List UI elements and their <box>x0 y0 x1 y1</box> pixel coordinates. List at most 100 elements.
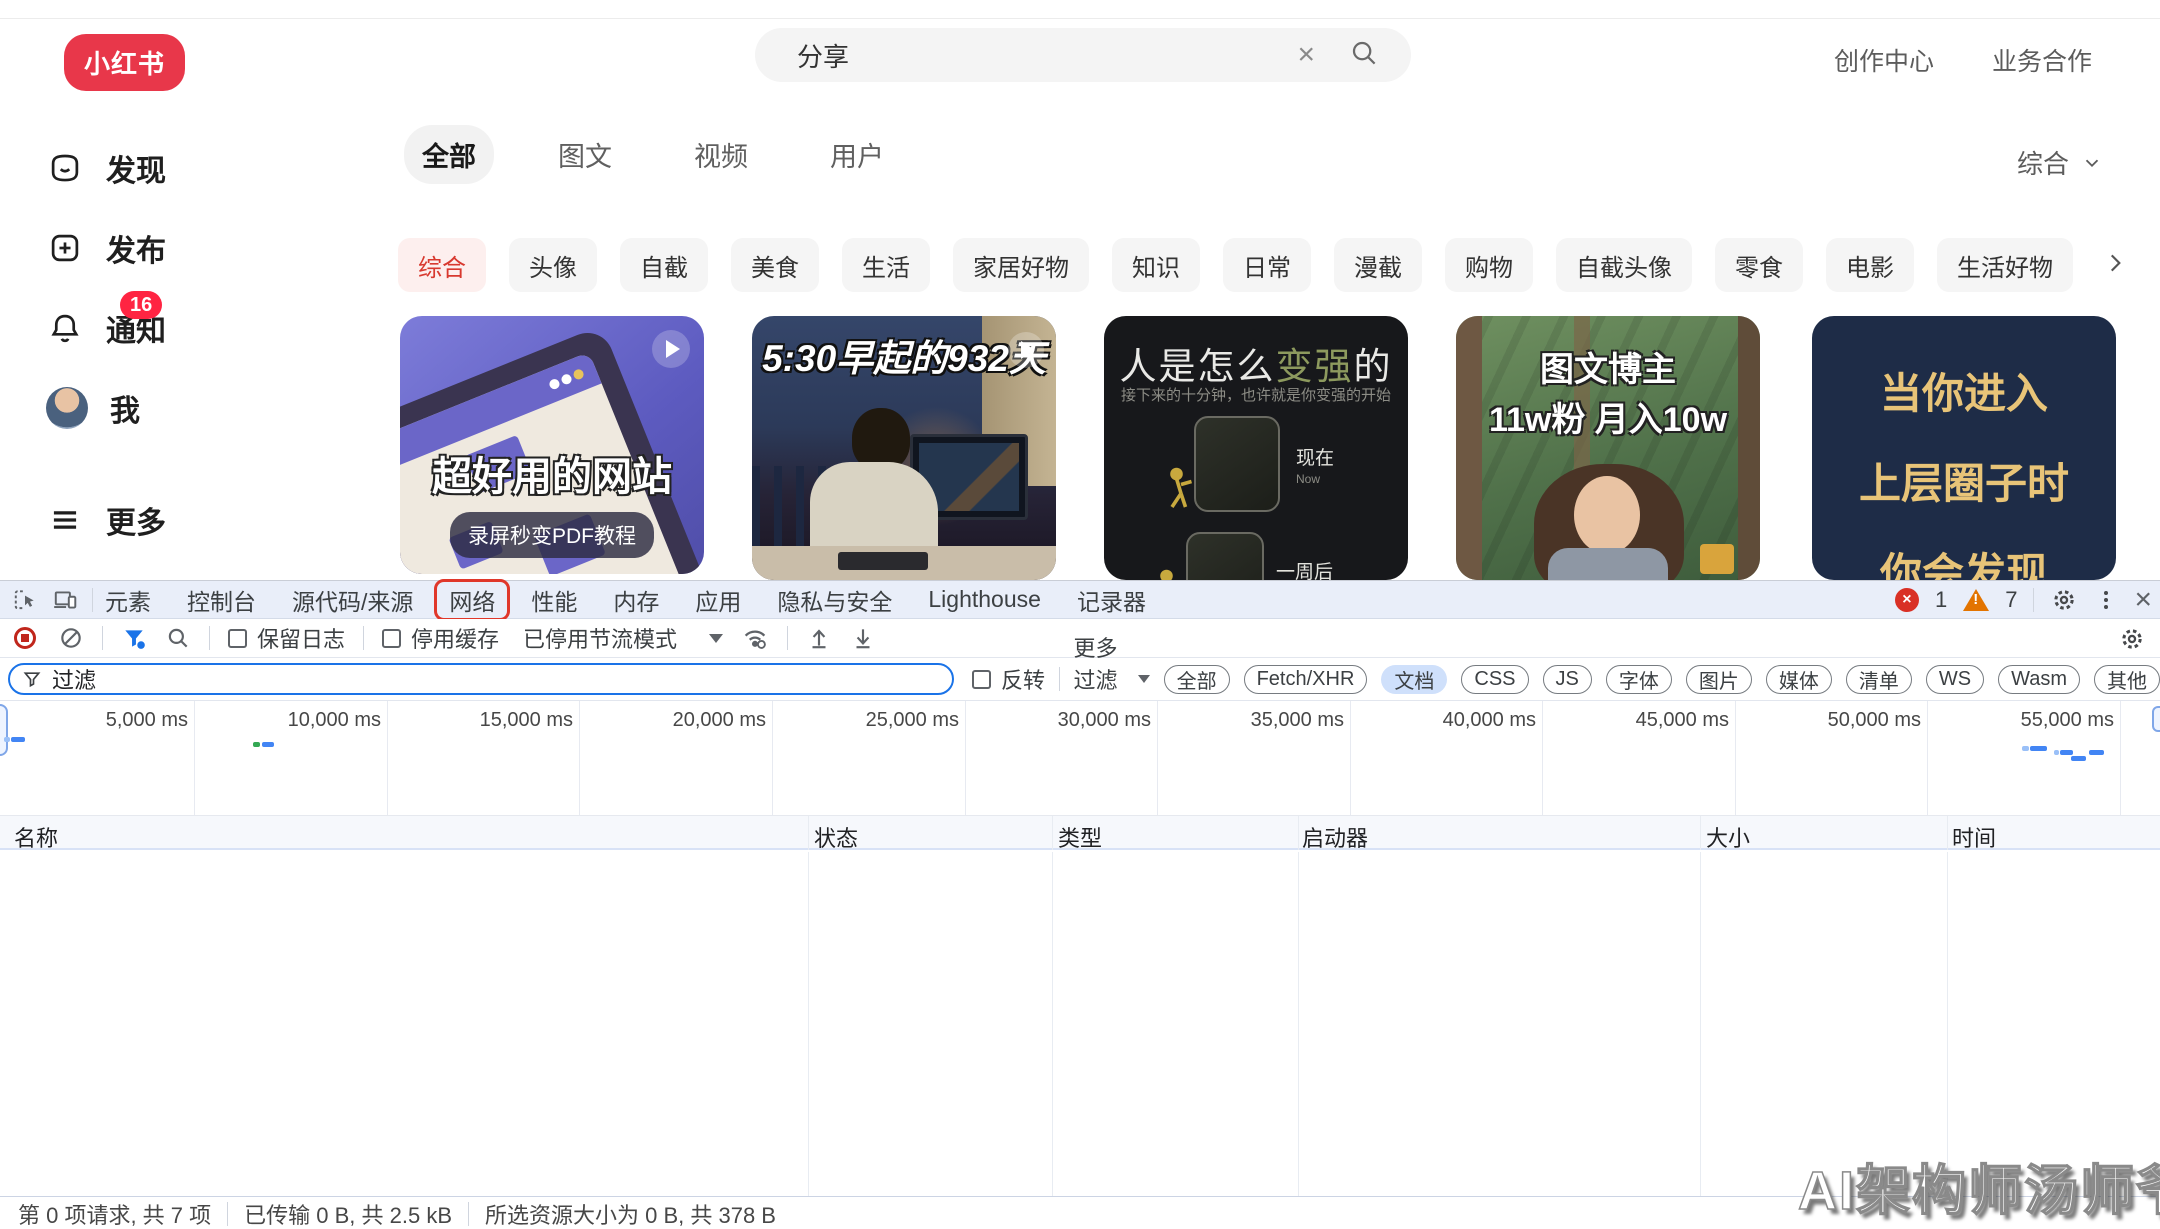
timeline-activity-bar <box>2071 756 2086 761</box>
sidebar-item-publish[interactable]: 发布 <box>46 226 166 270</box>
tab-user[interactable]: 用户 <box>812 125 902 184</box>
chip-zijie[interactable]: 自截 <box>620 238 708 292</box>
close-devtools-icon[interactable]: × <box>2134 585 2152 615</box>
inspect-element-icon[interactable] <box>12 587 38 613</box>
filter-chip-all[interactable]: 全部 <box>1164 665 1230 694</box>
import-har-icon[interactable] <box>806 625 832 651</box>
play-icon <box>652 330 690 368</box>
col-initiator[interactable]: 启动器 <box>1302 821 1368 853</box>
note-card-upper-circle[interactable]: 当你进入 上层圈子时 你会发现 <box>1812 316 2116 580</box>
device-toolbar-icon[interactable] <box>52 587 78 613</box>
sidebar-item-discover[interactable]: 发现 <box>46 146 166 190</box>
invert-checkbox[interactable] <box>972 670 991 689</box>
filter-chip-ws[interactable]: WS <box>1926 665 1984 694</box>
business-link[interactable]: 业务合作 <box>1992 42 2092 78</box>
chip-gouwu[interactable]: 购物 <box>1445 238 1533 292</box>
card-line3: 你会发现 <box>1812 540 2116 580</box>
warning-count[interactable]: 7 <box>2005 587 2017 613</box>
filter-chip-doc[interactable]: 文档 <box>1381 665 1447 694</box>
col-time[interactable]: 时间 <box>1952 821 1996 853</box>
col-name[interactable]: 名称 <box>14 821 58 853</box>
filter-chip-media[interactable]: 媒体 <box>1766 665 1832 694</box>
note-card-blogger[interactable]: 图文博主 11w粉 月入10w <box>1456 316 1760 580</box>
chip-touxiang[interactable]: 头像 <box>509 238 597 292</box>
chevron-right-icon[interactable] <box>2102 250 2128 281</box>
chip-shenghuohaowu[interactable]: 生活好物 <box>1937 238 2073 292</box>
devtools-tab-sources[interactable]: 源代码/来源 <box>292 583 413 617</box>
chip-manjie[interactable]: 漫截 <box>1334 238 1422 292</box>
network-overview-timeline[interactable]: 5,000 ms 10,000 ms 15,000 ms 20,000 ms 2… <box>0 701 2160 816</box>
chip-shenghuo[interactable]: 生活 <box>842 238 930 292</box>
caret-down-icon <box>1138 675 1150 683</box>
filter-chip-other[interactable]: 其他 <box>2094 665 2160 694</box>
sidebar-item-me[interactable]: 我 <box>46 386 140 430</box>
chip-lingshi[interactable]: 零食 <box>1715 238 1803 292</box>
export-har-icon[interactable] <box>850 625 876 651</box>
devtools-tab-performance[interactable]: 性能 <box>531 583 577 617</box>
filter-chip-manifest[interactable]: 清单 <box>1846 665 1912 694</box>
devtools-tab-recorder[interactable]: 记录器 <box>1077 583 1146 617</box>
devtools-tab-elements[interactable]: 元素 <box>105 583 151 617</box>
creator-center-link[interactable]: 创作中心 <box>1834 42 1934 78</box>
disable-cache-checkbox[interactable] <box>382 629 401 648</box>
filter-chip-wasm[interactable]: Wasm <box>1998 665 2080 694</box>
filter-input[interactable]: 过滤 <box>8 663 954 695</box>
note-card-get-stronger[interactable]: 人是怎么变强的 接下来的十分钟，也许就是你变强的开始 现在Now 一周后One … <box>1104 316 1408 580</box>
search-input[interactable]: 分享 <box>797 37 1297 74</box>
chip-jiajuhaowu[interactable]: 家居好物 <box>953 238 1089 292</box>
timeline-tick: 35,000 ms <box>1194 709 1344 732</box>
sidebar-item-notifications[interactable]: 16 通知 <box>46 306 166 350</box>
divider <box>102 626 103 650</box>
preserve-log-checkbox[interactable] <box>228 629 247 648</box>
sidebar-item-more[interactable]: 更多 <box>46 498 166 542</box>
note-card-website-tools[interactable]: 超好用的网站 录屏秒变PDF教程 <box>400 316 704 574</box>
tab-all[interactable]: 全部 <box>404 125 494 184</box>
chip-meishi[interactable]: 美食 <box>731 238 819 292</box>
filter-chip-js[interactable]: JS <box>1543 665 1592 694</box>
network-conditions-icon[interactable] <box>741 624 769 652</box>
col-size[interactable]: 大小 <box>1706 821 1750 853</box>
throttling-dropdown[interactable]: 已停用节流模式 <box>523 622 723 654</box>
filter-chip-img[interactable]: 图片 <box>1686 665 1752 694</box>
filter-chip-css[interactable]: CSS <box>1461 665 1528 694</box>
watermark: AI架构师汤师爷 <box>1798 1146 2160 1225</box>
error-icon[interactable]: × <box>1895 588 1919 612</box>
search-icon[interactable] <box>165 625 191 651</box>
devtools-tab-memory[interactable]: 内存 <box>613 583 659 617</box>
invert-filter-toggle[interactable]: 反转 <box>972 663 1045 695</box>
settings-gear-icon[interactable] <box>2050 586 2078 614</box>
clear-search-icon[interactable]: × <box>1297 38 1315 72</box>
search-icon[interactable] <box>1349 38 1379 73</box>
error-count[interactable]: 1 <box>1935 587 1947 613</box>
request-table-body[interactable] <box>0 852 2160 1196</box>
tab-image-text[interactable]: 图文 <box>540 125 630 184</box>
kebab-menu-icon[interactable] <box>2094 588 2118 612</box>
chip-zijietouxiang[interactable]: 自截头像 <box>1556 238 1692 292</box>
disable-cache-toggle[interactable]: 停用缓存 <box>382 622 499 654</box>
record-icon[interactable] <box>14 627 36 649</box>
search-bar[interactable]: 分享 × <box>755 28 1411 82</box>
filter-funnel-icon[interactable] <box>121 625 147 651</box>
devtools-tab-lighthouse[interactable]: Lighthouse <box>928 586 1041 613</box>
tab-video[interactable]: 视频 <box>676 125 766 184</box>
chip-zhishi[interactable]: 知识 <box>1112 238 1200 292</box>
warning-icon[interactable] <box>1963 589 1989 611</box>
col-type[interactable]: 类型 <box>1058 821 1102 853</box>
filter-chip-fetch-xhr[interactable]: Fetch/XHR <box>1244 665 1368 694</box>
devtools-tab-network[interactable]: 网络 <box>434 579 510 621</box>
note-card-early-riser[interactable]: 5:30早起的932天 <box>752 316 1056 580</box>
card-title: 人是怎么变强的 <box>1104 336 1408 390</box>
devtools-tab-privacy[interactable]: 隐私与安全 <box>777 583 892 617</box>
chip-dianying[interactable]: 电影 <box>1826 238 1914 292</box>
devtools-tab-application[interactable]: 应用 <box>695 583 741 617</box>
chip-richang[interactable]: 日常 <box>1223 238 1311 292</box>
chip-zonghe[interactable]: 综合 <box>398 238 486 292</box>
xiaohongshu-logo[interactable]: 小红书 <box>64 34 185 91</box>
header-links: 创作中心 业务合作 <box>1834 42 2092 78</box>
sort-dropdown[interactable]: 综合 <box>2017 144 2103 181</box>
col-status[interactable]: 状态 <box>814 821 858 853</box>
devtools-tab-console[interactable]: 控制台 <box>187 583 256 617</box>
clear-icon[interactable] <box>58 625 84 651</box>
preserve-log-toggle[interactable]: 保留日志 <box>228 622 345 654</box>
filter-chip-font[interactable]: 字体 <box>1606 665 1672 694</box>
